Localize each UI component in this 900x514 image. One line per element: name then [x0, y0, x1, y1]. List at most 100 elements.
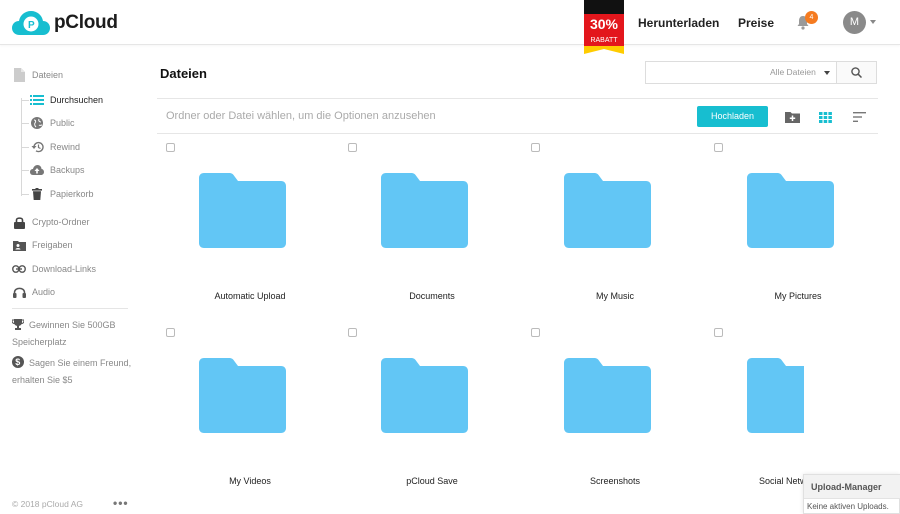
folder-checkbox[interactable] — [531, 328, 540, 337]
discount-badge[interactable]: 30% RABATT — [584, 0, 624, 54]
file-icon — [12, 68, 26, 82]
lock-icon — [12, 215, 26, 229]
cloud-upload-icon — [30, 163, 44, 177]
folder-item[interactable]: My Pictures — [714, 143, 890, 323]
nav-download[interactable]: Herunterladen — [638, 16, 719, 30]
sidebar-item-download-links[interactable]: Download-Links — [12, 262, 96, 276]
sidebar-item-label: Download-Links — [32, 264, 97, 274]
sidebar-item-label: Audio — [32, 287, 56, 297]
folder-name[interactable]: Automatic Upload — [166, 291, 334, 301]
folder-icon[interactable] — [197, 357, 287, 435]
search-scope-select[interactable]: Alle Dateien — [770, 67, 816, 77]
svg-text:P: P — [28, 20, 35, 31]
sidebar-item-label: Crypto-Ordner — [32, 217, 90, 227]
nav-pricing[interactable]: Preise — [738, 16, 774, 30]
folder-icon[interactable] — [745, 357, 804, 435]
discount-label: RABATT — [584, 35, 624, 46]
promo-referral-text: Sagen Sie einem Freund, erhalten Sie $5 — [12, 358, 132, 385]
sidebar-item-label: Freigaben — [32, 240, 73, 250]
grid-view-button[interactable] — [817, 109, 833, 125]
svg-text:$: $ — [15, 357, 20, 367]
sidebar-item-rewind[interactable]: Rewind — [30, 140, 80, 154]
avatar[interactable]: M — [843, 11, 866, 34]
sidebar-item-trash[interactable]: Papierkorb — [30, 187, 94, 201]
folder-item[interactable]: Automatic Upload — [166, 143, 342, 323]
sidebar-item-public[interactable]: Public — [30, 116, 75, 130]
notification-badge: 4 — [805, 11, 818, 24]
history-icon — [30, 140, 44, 154]
folder-item[interactable]: Documents — [348, 143, 524, 323]
headphones-icon — [12, 285, 26, 299]
new-folder-button[interactable] — [784, 109, 800, 125]
sidebar-item-browse[interactable]: Durchsuchen — [30, 93, 103, 107]
chevron-down-icon[interactable] — [870, 20, 876, 24]
folder-checkbox[interactable] — [714, 143, 723, 152]
folder-name[interactable]: My Videos — [166, 476, 334, 486]
folder-icon[interactable] — [197, 172, 287, 250]
upload-button[interactable]: Hochladen — [697, 106, 768, 127]
trash-icon — [30, 187, 44, 201]
dollar-icon: $ — [12, 356, 24, 373]
trophy-icon — [11, 319, 25, 335]
folder-icon[interactable] — [379, 172, 469, 250]
folder-icon[interactable] — [379, 357, 469, 435]
folder-name[interactable]: My Pictures — [714, 291, 882, 301]
sidebar-item-label: Papierkorb — [50, 189, 94, 199]
folder-checkbox[interactable] — [166, 143, 175, 152]
folder-name[interactable]: pCloud Save — [348, 476, 516, 486]
upload-manager-title[interactable]: Upload-Manager — [804, 475, 900, 499]
folder-checkbox[interactable] — [714, 328, 723, 337]
sidebar-item-label: Backups — [50, 165, 85, 175]
folder-item[interactable]: Screenshots — [531, 328, 707, 508]
logo-text: pCloud — [54, 12, 118, 33]
globe-icon — [30, 116, 44, 130]
new-folder-icon — [784, 112, 800, 123]
chevron-down-icon[interactable] — [824, 71, 830, 75]
folder-checkbox[interactable] — [348, 143, 357, 152]
sidebar-item-label: Dateien — [32, 70, 64, 80]
upload-manager[interactable]: Upload-Manager Keine aktiven Uploads. — [803, 474, 900, 514]
sidebar-item-label: Rewind — [50, 142, 81, 152]
folder-icon[interactable] — [745, 172, 835, 250]
sort-icon — [852, 112, 866, 122]
sidebar-item-files[interactable]: Dateien — [12, 68, 63, 82]
sidebar-item-crypto[interactable]: Crypto-Ordner — [12, 215, 90, 229]
promo-storage-text: Gewinnen Sie 500GB Speicherplatz — [12, 320, 116, 347]
search-button[interactable] — [836, 61, 877, 84]
list-icon — [30, 93, 44, 107]
shared-folder-icon — [12, 238, 26, 252]
grid-view-icon — [818, 111, 832, 123]
link-icon — [12, 262, 26, 276]
promo-referral[interactable]: $ Sagen Sie einem Freund, erhalten Sie $… — [12, 356, 132, 388]
folder-icon[interactable] — [562, 172, 652, 250]
pcloud-logo-icon: P — [12, 11, 50, 35]
folder-item[interactable]: Social Netw — [714, 328, 804, 508]
folder-item[interactable]: My Music — [531, 143, 707, 323]
pcloud-logo[interactable]: P pCloud — [12, 9, 118, 37]
more-options-icon[interactable]: ••• — [113, 496, 129, 510]
sidebar-item-backups[interactable]: Backups — [30, 163, 85, 177]
folder-name[interactable]: Documents — [348, 291, 516, 301]
sidebar-item-shares[interactable]: Freigaben — [12, 238, 73, 252]
folder-item[interactable]: My Videos — [166, 328, 342, 508]
folder-name[interactable]: My Music — [531, 291, 699, 301]
sidebar-item-label: Durchsuchen — [50, 95, 104, 105]
folder-checkbox[interactable] — [166, 328, 175, 337]
folder-item[interactable]: pCloud Save — [348, 328, 524, 508]
page-title: Dateien — [160, 66, 207, 81]
folder-checkbox[interactable] — [531, 143, 540, 152]
top-bar: P pCloud 30% RABATT Herunterladen Preise… — [0, 0, 900, 54]
sidebar-item-label: Public — [50, 118, 75, 128]
discount-percent: 30% — [584, 14, 624, 35]
upload-manager-status: Keine aktiven Uploads. — [807, 502, 889, 511]
folder-name[interactable]: Screenshots — [531, 476, 699, 486]
search-icon — [851, 67, 862, 78]
folder-name[interactable]: Social Netw — [759, 476, 804, 486]
folder-icon[interactable] — [562, 357, 652, 435]
sidebar-item-audio[interactable]: Audio — [12, 285, 55, 299]
folder-checkbox[interactable] — [348, 328, 357, 337]
selection-hint: Ordner oder Datei wählen, um die Optione… — [166, 110, 436, 122]
copyright-text: © 2018 pCloud AG — [12, 499, 84, 509]
sort-button[interactable] — [851, 109, 867, 125]
promo-storage[interactable]: Gewinnen Sie 500GB Speicherplatz — [11, 318, 132, 350]
